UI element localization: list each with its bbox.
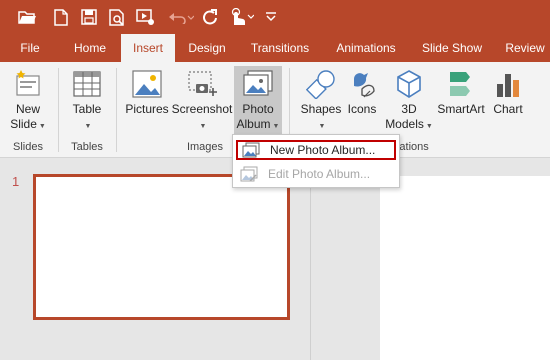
group-label-tables: Tables — [71, 141, 103, 153]
new-photo-album-item[interactable]: New Photo Album... — [236, 140, 396, 160]
new-slide-button[interactable]: New Slide ▼ — [4, 66, 52, 140]
icons-button[interactable]: Icons — [344, 66, 380, 140]
customize-icon[interactable] — [262, 6, 280, 28]
chevron-down-icon: ▼ — [199, 123, 207, 130]
chart-icon — [490, 66, 526, 102]
chevron-down-icon: ▼ — [84, 123, 92, 130]
shapes-label: Shapes — [300, 102, 342, 116]
icons-icon — [344, 66, 380, 102]
edit-photo-album-label: Edit Photo Album... — [268, 167, 371, 181]
smartart-label: SmartArt — [437, 102, 485, 116]
tab-animations[interactable]: Animations — [328, 34, 404, 62]
smartart-button[interactable]: SmartArt — [436, 66, 486, 140]
open-folder-icon[interactable] — [16, 6, 38, 28]
screenshot-icon — [184, 66, 220, 102]
table-button[interactable]: Table ▼ — [64, 66, 110, 140]
tab-transitions[interactable]: Transitions — [243, 34, 317, 62]
chevron-down-icon: ▼ — [318, 123, 326, 130]
3d-models-line2: Models — [385, 117, 424, 131]
tab-slide-show[interactable]: Slide Show — [414, 34, 490, 62]
tab-file[interactable]: File — [8, 34, 52, 62]
slide-canvas[interactable] — [380, 176, 550, 360]
3d-models-line1: 3D — [401, 102, 417, 116]
touch-mode-icon[interactable] — [226, 6, 256, 28]
new-photo-album-label: New Photo Album... — [270, 143, 376, 157]
chart-label: Chart — [493, 102, 523, 116]
group-label-slides: Slides — [13, 141, 43, 153]
photo-album-icon — [240, 66, 276, 102]
edit-photo-album-item[interactable]: Edit Photo Album... — [236, 164, 396, 184]
chevron-down-icon: ▼ — [272, 123, 280, 130]
ribbon-tabs: File Home Insert Design Transitions Anim… — [0, 34, 550, 62]
shapes-button[interactable]: Shapes ▼ — [296, 66, 346, 140]
pictures-label: Pictures — [125, 102, 169, 116]
print-preview-icon[interactable] — [106, 6, 128, 28]
tab-review[interactable]: Review — [500, 34, 550, 62]
tab-design[interactable]: Design — [180, 34, 234, 62]
smartart-icon — [443, 66, 479, 102]
chevron-down-icon: ▼ — [38, 123, 46, 130]
screenshot-button[interactable]: Screenshot ▼ — [172, 66, 232, 140]
photo-album-button[interactable]: Photo Album ▼ — [234, 66, 282, 140]
table-label: Table — [72, 102, 102, 116]
3d-models-button[interactable]: 3D Models ▼ — [384, 66, 434, 140]
slide-thumbnail[interactable] — [33, 174, 290, 320]
tab-home[interactable]: Home — [64, 34, 116, 62]
icons-label: Icons — [347, 102, 377, 116]
shapes-icon — [303, 66, 339, 102]
from-beginning-icon[interactable] — [134, 6, 158, 28]
new-slide-line1: New — [15, 102, 40, 116]
photo-album-line1: Photo — [242, 102, 274, 116]
tab-insert[interactable]: Insert — [121, 34, 175, 62]
redo-icon[interactable] — [200, 6, 220, 28]
screenshot-label: Screenshot — [171, 102, 233, 116]
pictures-button[interactable]: Pictures — [122, 66, 172, 140]
slide-number: 1 — [12, 174, 20, 189]
new-slide-icon — [10, 66, 46, 102]
undo-icon[interactable] — [166, 6, 196, 28]
save-icon[interactable] — [78, 6, 100, 28]
new-slide-line2: Slide — [10, 117, 37, 131]
pictures-icon — [129, 66, 165, 102]
chevron-down-icon: ▼ — [425, 123, 433, 130]
photo-album-line2: Album — [236, 117, 271, 131]
chart-button[interactable]: Chart — [488, 66, 528, 140]
edit-photo-album-icon — [238, 164, 260, 184]
group-divider — [58, 68, 59, 152]
new-photo-album-icon — [240, 140, 262, 160]
group-divider — [116, 68, 117, 152]
table-icon — [69, 66, 105, 102]
title-bar — [0, 0, 550, 34]
new-file-icon[interactable] — [50, 6, 72, 28]
photo-album-dropdown: New Photo Album... Edit Photo Album... — [232, 134, 400, 188]
cube-icon — [391, 66, 427, 102]
